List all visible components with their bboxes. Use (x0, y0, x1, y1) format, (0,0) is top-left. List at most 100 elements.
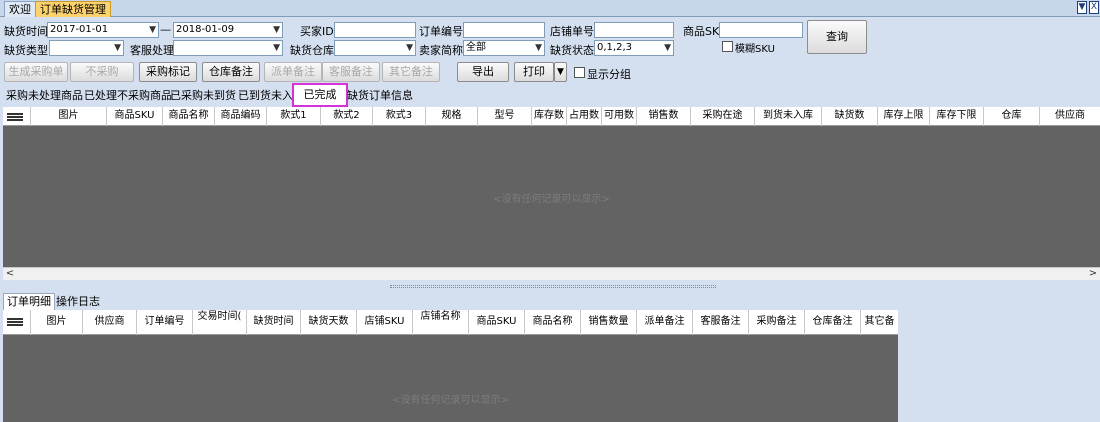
splitter-grip[interactable] (390, 285, 716, 288)
subtab-not-arrived[interactable]: 已采购未到货 (167, 88, 239, 105)
print-dropdown-icon[interactable]: ▼ (554, 62, 567, 82)
shop-order-no-input[interactable] (594, 22, 674, 38)
col-image[interactable]: 图片 (31, 310, 83, 335)
horizontal-scrollbar[interactable]: < > (3, 267, 1100, 280)
column-chooser-icon[interactable] (3, 310, 31, 335)
cs-note-button[interactable]: 客服备注 (322, 62, 380, 82)
col-supplier[interactable]: 供应商 (1040, 107, 1100, 126)
show-group-label: 显示分组 (587, 68, 631, 81)
tab-order-shortage[interactable]: 订单缺货管理 (35, 1, 111, 17)
tab-operation-log[interactable]: 操作日志 (54, 294, 102, 310)
fuzzy-sku-checkbox[interactable] (722, 41, 733, 52)
col-sales[interactable]: 销售数 (637, 107, 691, 126)
cs-process-label: 客服处理 (130, 44, 174, 57)
scroll-right-icon[interactable]: > (1086, 268, 1100, 281)
buyer-id-input[interactable] (334, 22, 416, 38)
purchase-mark-button[interactable]: 采购标记 (139, 62, 197, 82)
col-other-note[interactable]: 其它备 (861, 310, 898, 335)
dropdown-icon: ▼ (535, 43, 542, 53)
no-purchase-button[interactable]: 不采购 (70, 62, 134, 82)
grid-header: 图片 供应商 订单编号 交易时间( 缺货时间 缺货天数 店铺SKU 店铺名称 商… (3, 310, 898, 335)
export-button[interactable]: 导出 (457, 62, 509, 82)
generate-purchase-button[interactable]: 生成采购单 (4, 62, 68, 82)
col-cs-note[interactable]: 客服备注 (693, 310, 749, 335)
col-order-no[interactable]: 订单编号 (137, 310, 193, 335)
tab-order-detail[interactable]: 订单明细 (3, 293, 55, 310)
buyer-id-label: 买家ID (300, 25, 334, 38)
col-warehouse-note[interactable]: 仓库备注 (805, 310, 861, 335)
col-shop-name[interactable]: 店铺名称 (413, 310, 469, 335)
col-style3[interactable]: 款式3 (373, 107, 426, 126)
col-product-name[interactable]: 商品名称 (525, 310, 581, 335)
col-style2[interactable]: 款式2 (321, 107, 373, 126)
query-button[interactable]: 查询 (807, 20, 867, 54)
date-separator: — (160, 23, 171, 36)
subtab-unprocessed[interactable]: 采购未处理商品 (3, 88, 86, 105)
shop-order-no-label: 店铺单号 (550, 25, 594, 38)
col-occupied[interactable]: 占用数 (567, 107, 602, 126)
col-shortage-days[interactable]: 缺货天数 (301, 310, 357, 335)
column-chooser-icon[interactable] (3, 107, 31, 126)
dropdown-icon: ▼ (114, 43, 121, 53)
col-arrived-unstored[interactable]: 到货未入库 (755, 107, 822, 126)
col-trade-time[interactable]: 交易时间( (193, 310, 247, 335)
print-button[interactable]: 打印 (514, 62, 554, 82)
col-stock-max[interactable]: 库存上限 (878, 107, 930, 126)
scroll-left-icon[interactable]: < (3, 268, 17, 281)
col-warehouse[interactable]: 仓库 (984, 107, 1040, 126)
subtab-completed[interactable]: 已完成 (292, 83, 348, 107)
col-available[interactable]: 可用数 (602, 107, 637, 126)
order-detail-grid: 图片 供应商 订单编号 交易时间( 缺货时间 缺货天数 店铺SKU 店铺名称 商… (3, 310, 898, 422)
dropdown-icon: ▼ (273, 25, 280, 35)
tab-welcome[interactable]: 欢迎 (4, 1, 36, 17)
other-note-button[interactable]: 其它备注 (382, 62, 440, 82)
shortage-time-label: 缺货时间 (4, 25, 48, 38)
col-code[interactable]: 商品编码 (215, 107, 267, 126)
col-sales-qty[interactable]: 销售数量 (581, 310, 637, 335)
date-to-field[interactable]: 2018-01-09 ▼ (173, 22, 283, 38)
dropdown-icon: ▼ (273, 43, 280, 53)
dropdown-icon: ▼ (664, 43, 671, 53)
col-shortage[interactable]: 缺货数 (822, 107, 878, 126)
warehouse-note-button[interactable]: 仓库备注 (202, 62, 260, 82)
empty-message: <没有任何记录可以显示> (493, 194, 610, 205)
empty-message: <没有任何记录可以显示> (392, 395, 509, 406)
status-label: 缺货状态 (550, 44, 594, 57)
status-select[interactable]: 0,1,2,3 ▼ (594, 40, 674, 56)
window-restore-icon[interactable]: ▼ (1077, 1, 1087, 14)
subtab-shortage-orders[interactable]: 缺货订单信息 (344, 88, 416, 105)
col-name[interactable]: 商品名称 (163, 107, 215, 126)
order-no-label: 订单编号 (419, 25, 463, 38)
dropdown-icon: ▼ (406, 43, 413, 53)
date-from-field[interactable]: 2017-01-01 ▼ (47, 22, 159, 38)
col-in-transit[interactable]: 采购在途 (691, 107, 755, 126)
col-sku[interactable]: 商品SKU (107, 107, 163, 126)
col-stock[interactable]: 库存数 (532, 107, 567, 126)
cs-process-select[interactable]: ▼ (173, 40, 283, 56)
warehouse-select[interactable]: ▼ (334, 40, 416, 56)
col-shop-sku[interactable]: 店铺SKU (357, 310, 413, 335)
col-dispatch-note[interactable]: 派单备注 (637, 310, 693, 335)
warehouse-label: 缺货仓库 (290, 44, 334, 57)
col-image[interactable]: 图片 (31, 107, 107, 126)
window-close-icon[interactable]: X (1089, 1, 1099, 14)
sku-input[interactable] (719, 22, 803, 38)
col-purchase-note[interactable]: 采购备注 (749, 310, 805, 335)
order-no-input[interactable] (463, 22, 545, 38)
col-product-sku[interactable]: 商品SKU (469, 310, 525, 335)
col-style1[interactable]: 款式1 (267, 107, 321, 126)
dispatch-note-button[interactable]: 派单备注 (264, 62, 322, 82)
col-spec[interactable]: 规格 (426, 107, 478, 126)
col-supplier[interactable]: 供应商 (83, 310, 137, 335)
col-shortage-time[interactable]: 缺货时间 (247, 310, 301, 335)
subtab-no-purchase[interactable]: 已处理不采购商品 (81, 88, 175, 105)
buyer-short-label: 卖家简称 (419, 44, 463, 57)
grid-header: 图片 商品SKU 商品名称 商品编码 款式1 款式2 款式3 规格 型号 库存数… (3, 107, 1100, 126)
shortage-type-select[interactable]: ▼ (49, 40, 124, 56)
buyer-short-select[interactable]: 全部 ▼ (463, 40, 545, 56)
splitter[interactable] (0, 281, 1100, 293)
col-model[interactable]: 型号 (478, 107, 532, 126)
col-stock-min[interactable]: 库存下限 (930, 107, 984, 126)
show-group-checkbox[interactable] (574, 67, 585, 78)
fuzzy-sku-label: 模糊SKU (735, 44, 775, 55)
